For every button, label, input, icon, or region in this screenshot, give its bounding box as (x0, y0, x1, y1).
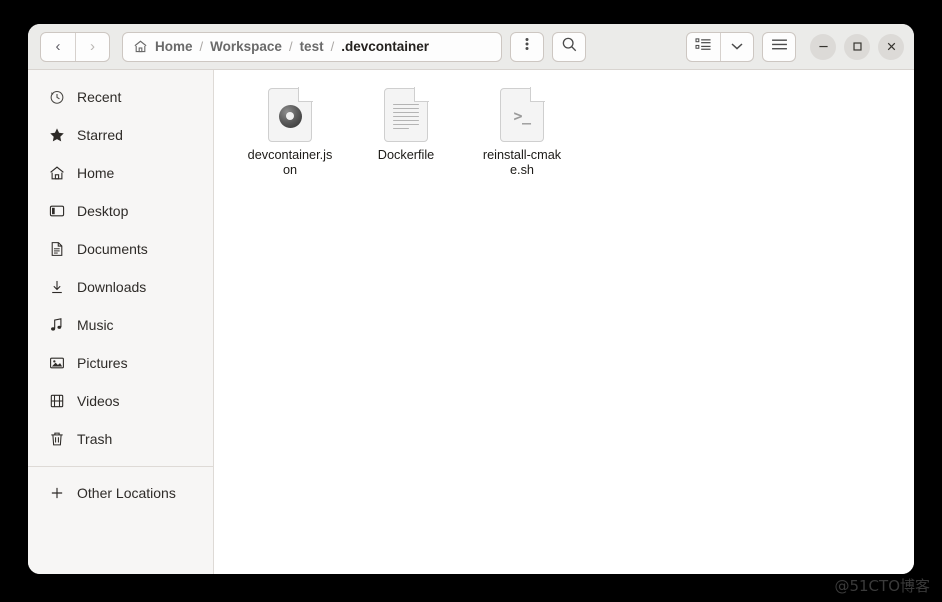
close-icon (887, 42, 895, 51)
navigation-button-group: ‹ › (40, 31, 110, 62)
sidebar-item-label: Other Locations (77, 485, 176, 501)
sidebar-item-label: Documents (77, 241, 148, 257)
sidebar-item-trash[interactable]: Trash (34, 420, 207, 458)
star-icon (48, 127, 65, 144)
minimize-icon (818, 45, 828, 48)
sidebar-item-pictures[interactable]: Pictures (34, 344, 207, 382)
forward-button[interactable]: › (75, 32, 109, 61)
watermark: @51CTO博客 (834, 577, 930, 595)
file-item-reinstall-cmake-sh[interactable]: >_ reinstall-cmake.sh (464, 84, 580, 184)
view-mode-button-group (686, 31, 754, 62)
file-item-dockerfile[interactable]: Dockerfile (348, 84, 464, 184)
minimize-button[interactable] (810, 33, 836, 60)
home-icon (48, 165, 65, 182)
search-icon (561, 36, 578, 58)
sidebar-item-music[interactable]: Music (34, 306, 207, 344)
music-note-icon (48, 317, 65, 334)
maximize-icon (852, 42, 862, 51)
sidebar-item-label: Videos (77, 393, 120, 409)
film-icon (48, 393, 65, 410)
search-button[interactable] (552, 31, 586, 62)
file-item-devcontainer-json[interactable]: devcontainer.json (232, 84, 348, 184)
sidebar: Recent Starred Home Desktop Documents Do… (28, 70, 214, 574)
text-file-icon (384, 87, 429, 142)
file-item-label: Dockerfile (377, 148, 435, 162)
hamburger-menu-icon (771, 38, 788, 56)
back-button[interactable]: ‹ (41, 33, 75, 61)
window-controls (810, 33, 906, 60)
trash-icon (48, 431, 65, 448)
list-view-icon (695, 37, 712, 57)
sidebar-item-recent[interactable]: Recent (34, 78, 207, 116)
file-manager-window: ‹ › Home / Workspace / test / .devcontai… (28, 24, 914, 574)
sidebar-divider (28, 466, 213, 467)
file-list-area[interactable]: devcontainer.json Dockerfile >_ reinstal… (214, 70, 914, 574)
desktop-icon (48, 203, 65, 220)
file-item-label: devcontainer.json (247, 148, 333, 177)
sidebar-item-label: Starred (77, 127, 123, 143)
breadcrumb-item-test[interactable]: test (300, 39, 324, 54)
main-menu-button[interactable] (762, 31, 796, 62)
icon-grid: devcontainer.json Dockerfile >_ reinstal… (232, 84, 914, 184)
sidebar-item-videos[interactable]: Videos (34, 382, 207, 420)
download-arrow-icon (48, 279, 65, 296)
clock-icon (48, 89, 65, 106)
json-file-icon (268, 87, 313, 142)
breadcrumb-item-home[interactable]: Home (155, 39, 193, 54)
chevron-left-icon: ‹ (55, 38, 61, 55)
sidebar-item-desktop[interactable]: Desktop (34, 192, 207, 230)
sidebar-item-label: Desktop (77, 203, 129, 219)
breadcrumb[interactable]: Home / Workspace / test / .devcontainer (122, 31, 502, 62)
window-body: Recent Starred Home Desktop Documents Do… (28, 70, 914, 574)
sidebar-item-starred[interactable]: Starred (34, 116, 207, 154)
breadcrumb-separator: / (330, 39, 335, 54)
maximize-button[interactable] (844, 33, 870, 60)
breadcrumb-separator: / (199, 39, 204, 54)
sidebar-item-label: Downloads (77, 279, 147, 295)
sidebar-item-other-locations[interactable]: Other Locations (34, 474, 207, 512)
breadcrumb-item-workspace[interactable]: Workspace (210, 39, 282, 54)
sidebar-item-downloads[interactable]: Downloads (34, 268, 207, 306)
file-item-label: reinstall-cmake.sh (482, 148, 562, 177)
document-icon (48, 241, 65, 258)
sidebar-item-label: Recent (77, 89, 122, 105)
vertical-dots-icon (525, 36, 529, 57)
chevron-down-icon (730, 38, 744, 56)
breadcrumb-separator: / (288, 39, 293, 54)
home-icon (133, 39, 148, 54)
close-button[interactable] (878, 33, 904, 60)
picture-icon (48, 355, 65, 372)
shell-script-file-icon: >_ (500, 87, 545, 142)
sidebar-item-home[interactable]: Home (34, 154, 207, 192)
list-view-button[interactable] (687, 33, 720, 61)
sidebar-item-label: Home (77, 165, 115, 181)
breadcrumb-item-devcontainer[interactable]: .devcontainer (341, 39, 429, 54)
chevron-right-icon: › (90, 38, 95, 55)
sidebar-item-documents[interactable]: Documents (34, 230, 207, 268)
sidebar-item-label: Trash (77, 431, 113, 447)
plus-icon (48, 485, 65, 502)
view-options-dropdown-button[interactable] (720, 32, 753, 61)
sidebar-item-label: Music (77, 317, 114, 333)
path-options-button[interactable] (510, 31, 544, 62)
sidebar-item-label: Pictures (77, 355, 128, 371)
header-bar: ‹ › Home / Workspace / test / .devcontai… (28, 24, 914, 70)
